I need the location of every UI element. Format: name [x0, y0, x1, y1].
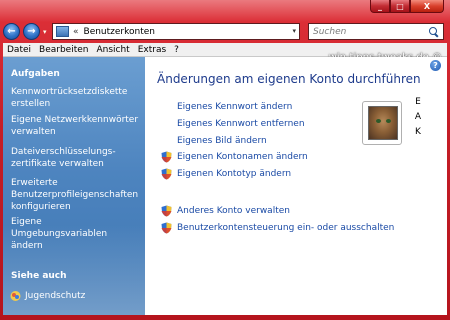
recent-pages-dropdown[interactable]: ▾	[43, 28, 47, 36]
window-buttons: _ □ X	[370, 0, 444, 14]
sidebar-link-environment-variables[interactable]: Eigene Umgebungsvariablen ändern	[11, 216, 139, 252]
task-toggle-uac[interactable]: Benutzerkontensteuerung ein- oder aussch…	[161, 222, 394, 234]
uac-shield-icon	[161, 222, 172, 234]
menu-bearbeiten[interactable]: Bearbeiten	[35, 45, 92, 55]
help-icon[interactable]: ?	[430, 60, 441, 71]
user-info-line: K	[415, 127, 421, 137]
link-remove-password[interactable]: Eigenes Kennwort entfernen	[177, 119, 305, 129]
sidebar-link-encryption-certificates[interactable]: Dateiverschlüsselungs-zertifikate verwal…	[11, 146, 123, 170]
parental-controls-icon	[10, 290, 21, 302]
task-manage-other-account[interactable]: Anderes Konto verwalten	[161, 205, 290, 217]
user-info: E A K	[413, 95, 423, 140]
link-change-password[interactable]: Eigenes Kennwort ändern	[177, 102, 292, 112]
parental-controls-label: Jugendschutz	[25, 291, 86, 301]
search-box[interactable]: Suchen	[308, 23, 444, 40]
menu-help[interactable]: ?	[170, 45, 183, 55]
navigation-bar: ← → ▾ « Benutzerkonten ▾ Suchen	[0, 20, 450, 42]
search-input[interactable]: Suchen	[313, 27, 428, 37]
search-icon[interactable]	[428, 26, 440, 38]
link-change-account-type[interactable]: Eigenen Kontotyp ändern	[177, 169, 291, 179]
back-button[interactable]: ←	[3, 23, 20, 40]
sidebar-link-password-reset-disk[interactable]: Kennwortrücksetzdiskette erstellen	[11, 86, 139, 110]
sidebar-item-parental-controls[interactable]: Jugendschutz	[10, 290, 85, 302]
content-area: Aufgaben Kennwortrücksetzdiskette erstel…	[3, 57, 447, 315]
menu-extras[interactable]: Extras	[134, 45, 170, 55]
sidebar-link-network-passwords[interactable]: Eigene Netzwerkkennwörter verwalten	[11, 114, 139, 138]
menu-datei[interactable]: Datei	[3, 45, 35, 55]
page-title: Änderungen am eigenen Konto durchführen	[157, 72, 421, 86]
menu-ansicht[interactable]: Ansicht	[92, 45, 133, 55]
maximize-button[interactable]: □	[390, 0, 410, 13]
task-pane: Aufgaben Kennwortrücksetzdiskette erstel…	[3, 57, 145, 315]
link-toggle-uac[interactable]: Benutzerkontensteuerung ein- oder aussch…	[177, 223, 394, 233]
breadcrumb-overflow[interactable]: «	[73, 27, 79, 37]
uac-shield-icon	[161, 168, 172, 180]
uac-shield-icon	[161, 205, 172, 217]
breadcrumb-current[interactable]: Benutzerkonten	[84, 27, 155, 37]
address-dropdown[interactable]: ▾	[292, 27, 296, 35]
forward-button[interactable]: →	[23, 23, 40, 40]
task-change-account-type[interactable]: Eigenen Kontotyp ändern	[161, 168, 291, 180]
task-change-account-name[interactable]: Eigenen Kontonamen ändern	[161, 151, 308, 163]
minimize-button[interactable]: _	[370, 0, 390, 13]
uac-shield-icon	[161, 151, 172, 163]
address-bar[interactable]: « Benutzerkonten ▾	[52, 23, 300, 40]
sidebar-link-profile-properties[interactable]: Erweiterte Benutzerprofileigenschaften k…	[11, 177, 147, 213]
tasks-heading: Aufgaben	[11, 69, 60, 79]
control-panel-icon	[56, 26, 69, 37]
link-manage-other-account[interactable]: Anderes Konto verwalten	[177, 206, 290, 216]
user-info-line: E	[415, 97, 421, 107]
main-panel: ? Änderungen am eigenen Konto durchführe…	[145, 57, 447, 315]
user-info-line: A	[414, 112, 422, 122]
link-change-picture[interactable]: Eigenes Bild ändern	[177, 136, 267, 146]
see-also-heading: Siehe auch	[11, 271, 67, 281]
avatar	[368, 106, 398, 140]
close-button[interactable]: X	[410, 0, 444, 13]
link-change-account-name[interactable]: Eigenen Kontonamen ändern	[177, 152, 308, 162]
user-picture-frame	[362, 101, 402, 145]
